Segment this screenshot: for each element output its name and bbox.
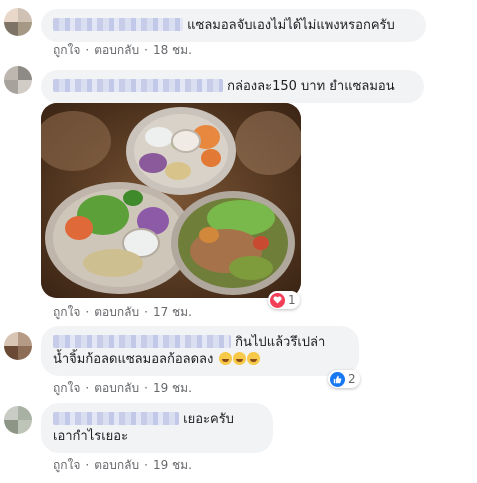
- like-link[interactable]: ถูกใจ: [53, 303, 80, 322]
- separator: ·: [144, 43, 148, 57]
- author-name[interactable]: [53, 412, 179, 425]
- rofl-emoji-icon: [246, 352, 260, 365]
- like-link[interactable]: ถูกใจ: [53, 41, 80, 60]
- heart-icon: [270, 292, 285, 308]
- comment-actions: ถูกใจ · ตอบกลับ · 19 ชม.: [53, 379, 192, 398]
- separator: ·: [85, 305, 90, 319]
- salmon-salad-image: [41, 103, 301, 298]
- like-icon: [330, 371, 345, 387]
- avatar[interactable]: [4, 66, 32, 94]
- comment-bubble: เยอะครับ เอากำไรเยอะ: [41, 403, 273, 453]
- avatar[interactable]: [4, 8, 32, 36]
- author-name[interactable]: [53, 79, 223, 92]
- author-name[interactable]: [53, 18, 183, 31]
- like-link[interactable]: ถูกใจ: [53, 456, 80, 475]
- separator: ·: [85, 43, 90, 57]
- reaction-count: 2: [348, 372, 356, 386]
- reply-link[interactable]: ตอบกลับ: [94, 379, 139, 398]
- comment-actions: ถูกใจ · ตอบกลับ · 18 ชม.: [53, 41, 192, 60]
- reply-link[interactable]: ตอบกลับ: [94, 456, 139, 475]
- reaction-count: 1: [288, 293, 296, 307]
- timestamp[interactable]: 19 ชม.: [153, 379, 192, 398]
- reply-link[interactable]: ตอบกลับ: [94, 303, 139, 322]
- separator: ·: [144, 305, 148, 319]
- like-link[interactable]: ถูกใจ: [53, 379, 80, 398]
- rofl-emoji-icon: [232, 352, 246, 365]
- comment-text-line1: กินไปแล้วรึเปล่า: [235, 335, 326, 350]
- author-name[interactable]: [53, 335, 231, 348]
- reaction-summary[interactable]: 2: [328, 370, 360, 388]
- avatar[interactable]: [4, 332, 32, 360]
- comment-bubble: แซลมอลจับเองไม่ได้ไม่แพงหรอกครับ: [41, 9, 426, 42]
- timestamp[interactable]: 19 ชม.: [153, 456, 192, 475]
- comment-bubble: กินไปแล้วรึเปล่า น้ำจิ้มก้อลดแซลมอลก้อลด…: [41, 326, 359, 376]
- timestamp[interactable]: 17 ชม.: [153, 303, 192, 322]
- comment-photo[interactable]: [41, 103, 301, 298]
- comment-actions: ถูกใจ · ตอบกลับ · 19 ชม.: [53, 456, 192, 475]
- avatar[interactable]: [4, 406, 32, 434]
- separator: ·: [144, 381, 148, 395]
- comment-text-line2: เอากำไรเยอะ: [53, 429, 129, 444]
- comment-actions: ถูกใจ · ตอบกลับ · 17 ชม.: [53, 303, 192, 322]
- reply-link[interactable]: ตอบกลับ: [94, 41, 139, 60]
- separator: ·: [144, 458, 148, 472]
- separator: ·: [85, 458, 90, 472]
- comment-text-line2: น้ำจิ้มก้อลดแซลมอลก้อลดลง: [53, 352, 214, 367]
- timestamp[interactable]: 18 ชม.: [153, 41, 192, 60]
- comment-text-line1: เยอะครับ: [183, 412, 234, 427]
- rofl-emoji-icon: [218, 352, 232, 365]
- comment-text: แซลมอลจับเองไม่ได้ไม่แพงหรอกครับ: [187, 18, 395, 33]
- comment-text: กล่องละ150 บาท ยำแซลมอน: [227, 79, 395, 94]
- separator: ·: [85, 381, 90, 395]
- reaction-summary[interactable]: 1: [268, 291, 300, 309]
- comment-bubble: กล่องละ150 บาท ยำแซลมอน: [41, 70, 424, 103]
